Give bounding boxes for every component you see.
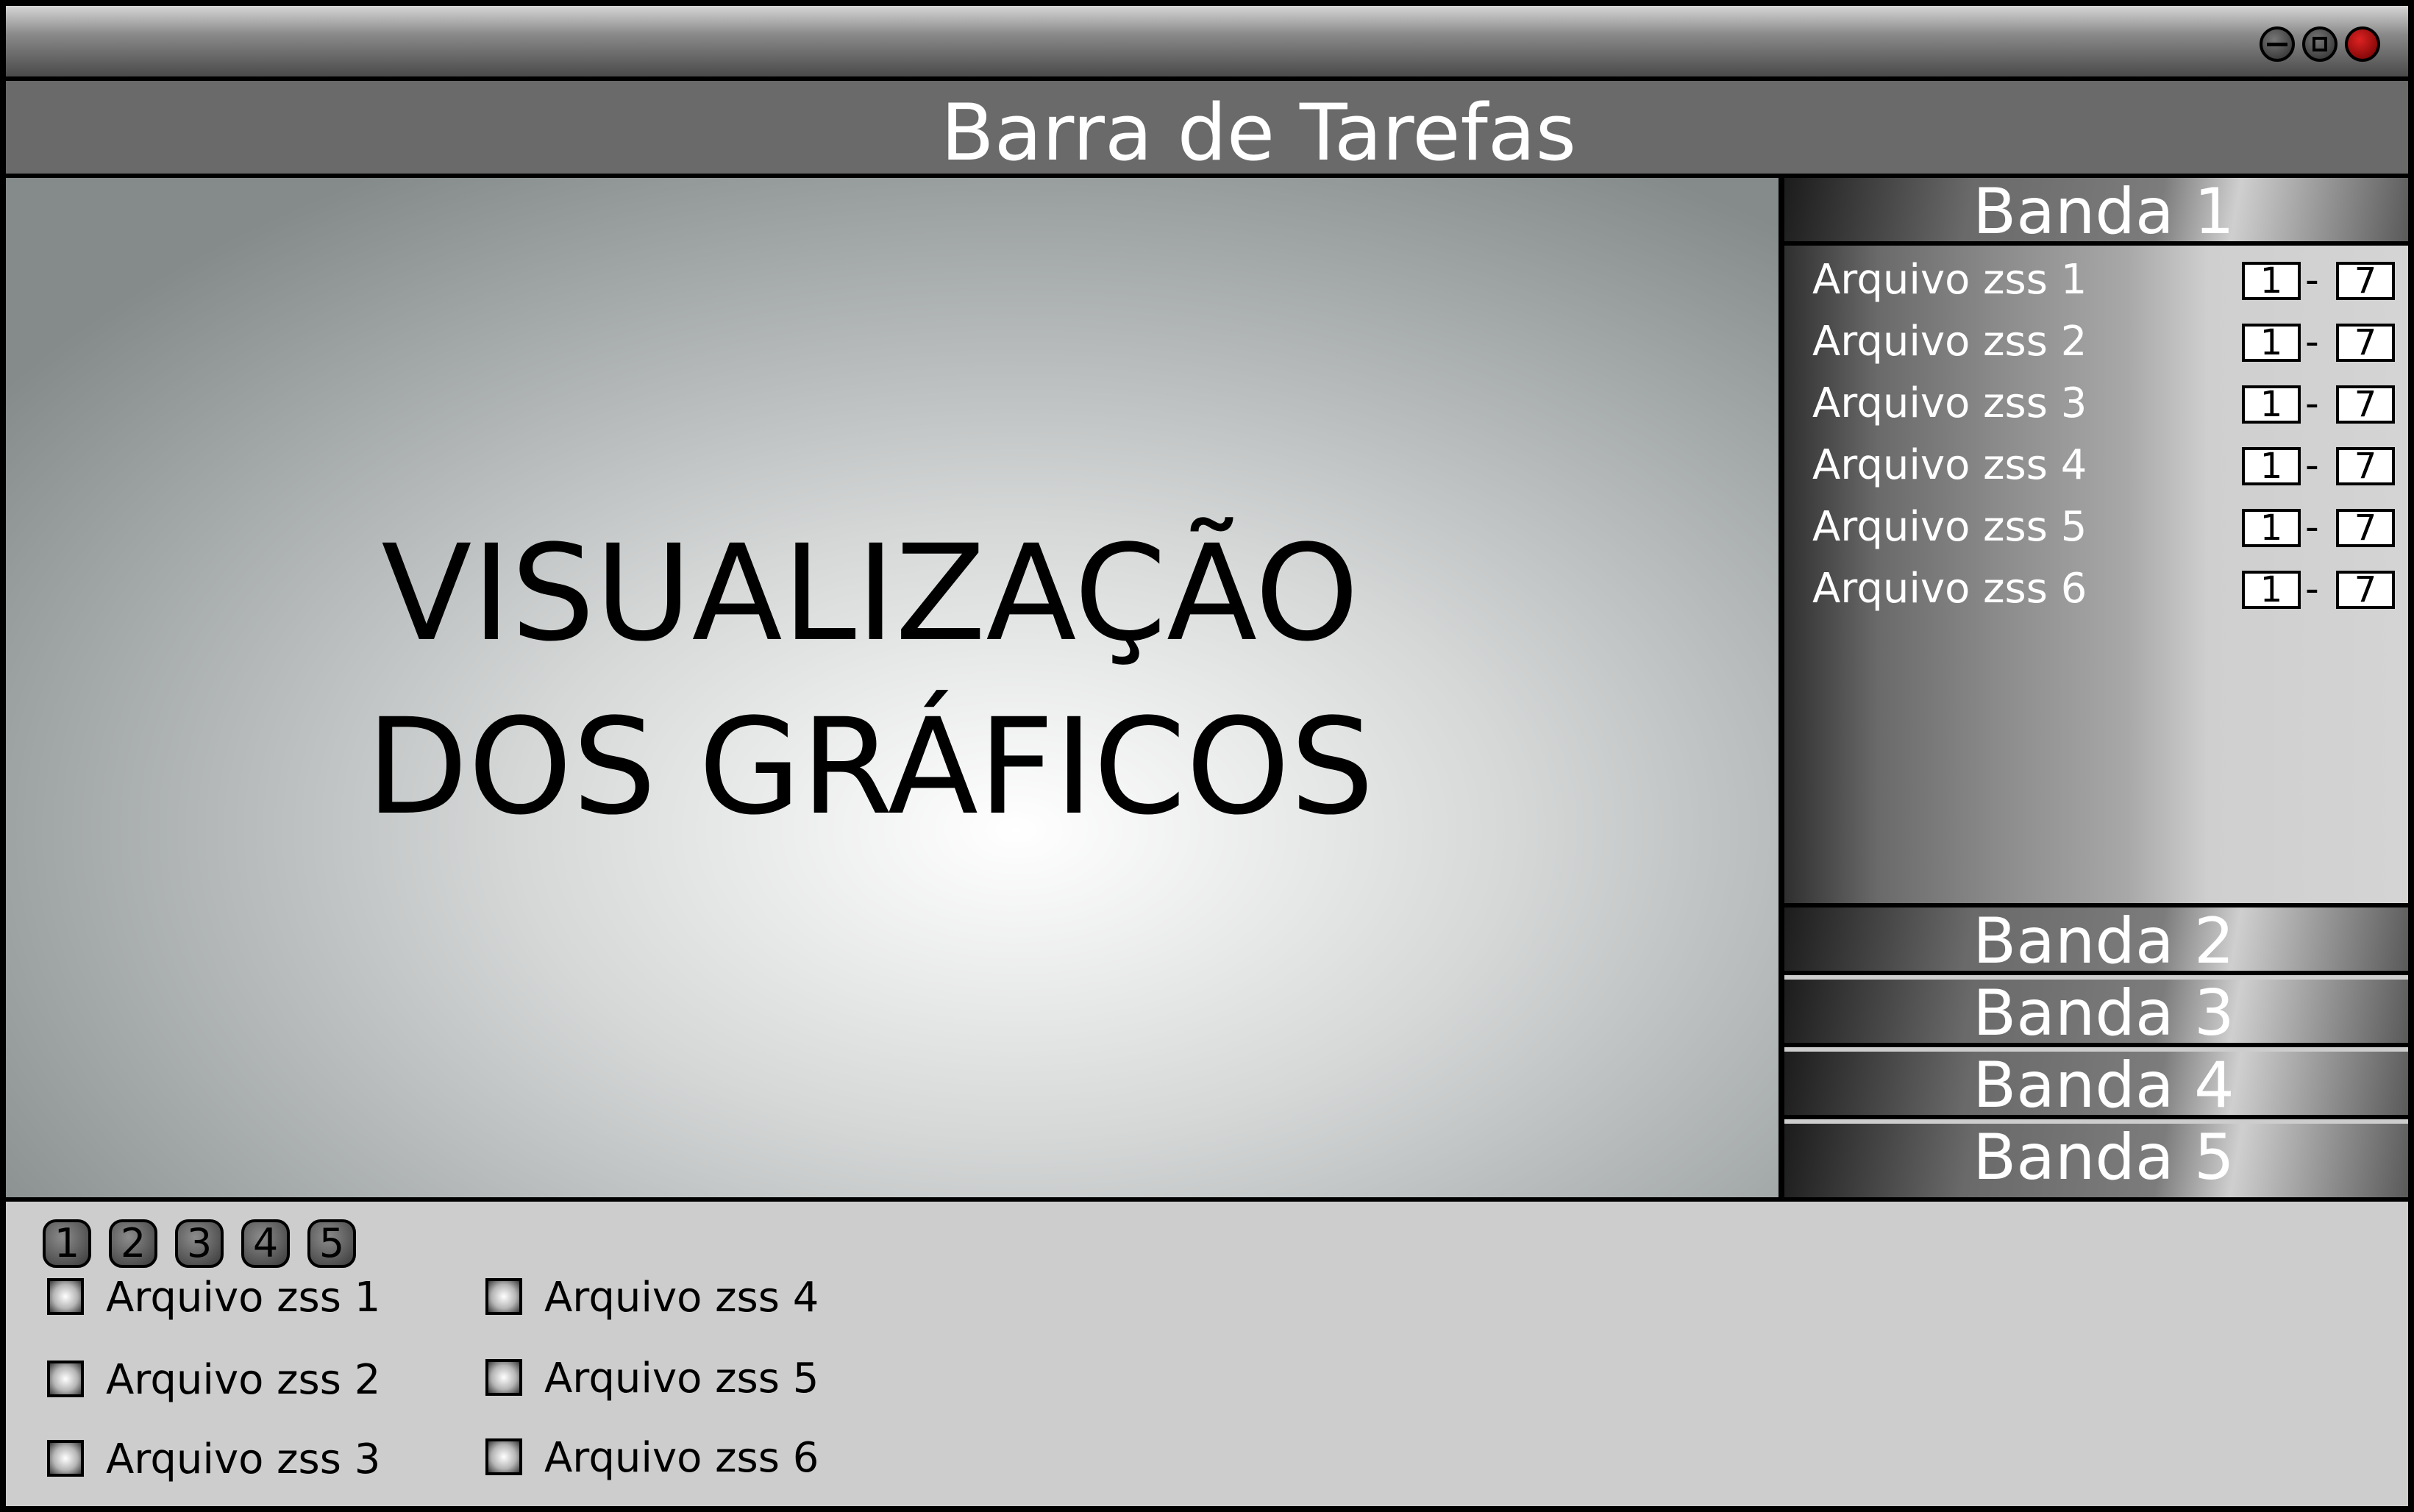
band-header-label: Banda 5 — [1973, 1121, 2235, 1194]
checkbox-label: Arquivo zss 1 — [106, 1274, 381, 1322]
band-file-row: Arquivo zss 4 1 - 7 — [1812, 440, 2401, 491]
band-header-5[interactable]: Banda 5 — [1784, 1124, 2408, 1197]
band-file-row: Arquivo zss 6 1 - 7 — [1812, 563, 2401, 615]
band-1-file-list: Arquivo zss 1 1 - 7 Arquivo zss 2 1 - 7 … — [1784, 246, 2408, 907]
band-header-label: Banda 3 — [1973, 977, 2235, 1050]
page-button-1[interactable]: 1 — [43, 1219, 91, 1268]
page-button-5[interactable]: 5 — [307, 1219, 356, 1268]
range-end-input[interactable]: 7 — [2336, 385, 2395, 424]
checkbox[interactable] — [47, 1278, 84, 1315]
checkbox-label: Arquivo zss 3 — [106, 1436, 381, 1483]
close-icon[interactable] — [2345, 26, 2380, 62]
range-separator: - — [2305, 567, 2319, 611]
band-header-label: Banda 4 — [1973, 1049, 2235, 1122]
checkbox-label: Arquivo zss 5 — [544, 1355, 819, 1402]
range-start-input[interactable]: 1 — [2242, 571, 2301, 609]
band-file-label: Arquivo zss 2 — [1812, 318, 2087, 365]
maximize-icon[interactable] — [2302, 26, 2338, 62]
checkbox-label: Arquivo zss 2 — [106, 1356, 381, 1404]
range-separator: - — [2305, 505, 2319, 549]
range-start-input[interactable]: 1 — [2242, 385, 2301, 424]
range-end-input[interactable]: 7 — [2336, 447, 2395, 485]
band-file-row: Arquivo zss 2 1 - 7 — [1812, 316, 2401, 368]
range-start-input[interactable]: 1 — [2242, 262, 2301, 300]
band-file-row: Arquivo zss 3 1 - 7 — [1812, 378, 2401, 429]
band-file-label: Arquivo zss 4 — [1812, 441, 2087, 489]
band-file-label: Arquivo zss 6 — [1812, 565, 2087, 613]
band-file-row: Arquivo zss 5 1 - 7 — [1812, 502, 2401, 553]
range-end-input[interactable]: 7 — [2336, 324, 2395, 362]
page-button-4[interactable]: 4 — [241, 1219, 290, 1268]
range-start-input[interactable]: 1 — [2242, 447, 2301, 485]
band-file-row: Arquivo zss 1 1 - 7 — [1812, 254, 2401, 306]
checkbox[interactable] — [485, 1278, 522, 1315]
range-end-input[interactable]: 7 — [2336, 262, 2395, 300]
band-header-3[interactable]: Banda 3 — [1784, 980, 2408, 1047]
minimize-icon[interactable] — [2260, 26, 2295, 62]
range-separator: - — [2305, 382, 2319, 426]
task-bar: Barra de Tarefas — [6, 81, 2408, 178]
checkbox[interactable] — [485, 1438, 522, 1475]
visualization-title-line-2: DOS GRÁFICOS — [366, 691, 1375, 844]
checkbox-label: Arquivo zss 4 — [544, 1274, 819, 1322]
band-header-2[interactable]: Banda 2 — [1784, 907, 2408, 975]
range-separator: - — [2305, 258, 2319, 302]
task-bar-title: Barra de Tarefas — [941, 88, 1576, 178]
band-file-label: Arquivo zss 5 — [1812, 503, 2087, 551]
band-header-label: Banda 1 — [1973, 175, 2235, 249]
band-panel: Banda 1 Arquivo zss 1 1 - 7 Arquivo zss … — [1784, 178, 2408, 1197]
checkbox-label: Arquivo zss 6 — [544, 1434, 819, 1482]
band-file-label: Arquivo zss 1 — [1812, 256, 2087, 304]
band-header-1[interactable]: Banda 1 — [1784, 178, 2408, 246]
page-button-3[interactable]: 3 — [175, 1219, 224, 1268]
checkbox[interactable] — [47, 1361, 84, 1397]
checkbox[interactable] — [47, 1440, 84, 1477]
chart-visualization-area[interactable]: VISUALIZAÇÃO DOS GRÁFICOS — [6, 178, 1784, 1197]
band-file-label: Arquivo zss 3 — [1812, 379, 2087, 427]
range-end-input[interactable]: 7 — [2336, 509, 2395, 547]
page-button-2[interactable]: 2 — [109, 1219, 157, 1268]
band-header-label: Banda 2 — [1973, 905, 2235, 978]
title-bar — [6, 6, 2408, 81]
checkbox[interactable] — [485, 1359, 522, 1396]
range-separator: - — [2305, 320, 2319, 364]
range-start-input[interactable]: 1 — [2242, 324, 2301, 362]
app-window: Barra de Tarefas VISUALIZAÇÃO DOS GRÁFIC… — [0, 0, 2414, 1512]
range-start-input[interactable]: 1 — [2242, 509, 2301, 547]
band-header-4[interactable]: Banda 4 — [1784, 1052, 2408, 1119]
visualization-title-line-1: VISUALIZAÇÃO — [381, 517, 1359, 671]
range-separator: - — [2305, 443, 2319, 488]
bottom-panel: 1 2 3 4 5 Arquivo zss 1 Arquivo zss 2 Ar… — [6, 1197, 2408, 1506]
range-end-input[interactable]: 7 — [2336, 571, 2395, 609]
